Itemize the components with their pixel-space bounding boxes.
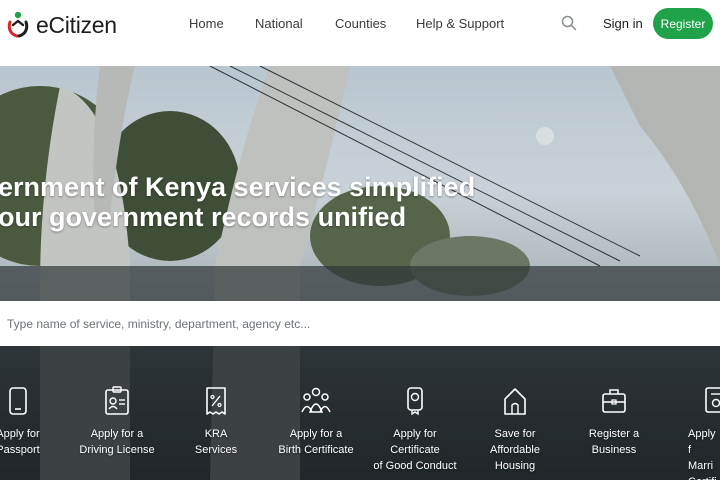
service-label: Apply for a Birth Certificate bbox=[278, 428, 354, 456]
id-card-icon bbox=[105, 386, 129, 415]
search-icon[interactable] bbox=[561, 15, 577, 31]
service-birth-certificate[interactable]: Apply for a Birth Certificate bbox=[266, 386, 366, 458]
service-marriage-certificate[interactable]: Apply f Marri Certifi bbox=[663, 386, 720, 480]
service-passport[interactable]: Apply for Passport bbox=[0, 386, 68, 458]
service-label: Save for Affordable Housing bbox=[490, 428, 540, 472]
service-label: Apply for Passport bbox=[0, 428, 40, 456]
sign-in-link[interactable]: Sign in bbox=[603, 16, 643, 31]
service-search-bar bbox=[0, 301, 720, 346]
nav-help-support[interactable]: Help & Support bbox=[416, 16, 504, 31]
service-label: Register a Business bbox=[588, 428, 640, 456]
family-icon bbox=[301, 387, 331, 413]
phone-icon bbox=[9, 387, 27, 415]
ecitizen-logo[interactable]: eCitizen bbox=[6, 10, 117, 40]
service-good-conduct[interactable]: Apply for Certificate of Good Conduct bbox=[365, 386, 465, 474]
service-kra[interactable]: KRA Services bbox=[166, 386, 266, 458]
certificate-icon bbox=[705, 387, 720, 413]
service-label: Apply for Certificate of Good Conduct bbox=[373, 428, 457, 472]
badge-icon bbox=[407, 387, 423, 416]
service-driving-license[interactable]: Apply for a Driving License bbox=[67, 386, 167, 458]
brand-name: eCitizen bbox=[36, 11, 117, 38]
nav-national[interactable]: National bbox=[255, 16, 303, 31]
service-search-input[interactable] bbox=[7, 303, 707, 344]
service-register-business[interactable]: Register a Business bbox=[564, 386, 664, 458]
house-icon bbox=[504, 388, 526, 415]
nav-home[interactable]: Home bbox=[189, 16, 224, 31]
hero-section: ernment of Kenya services simplified our… bbox=[0, 66, 720, 480]
ecitizen-logo-icon bbox=[7, 11, 29, 38]
hero-headline-line-2: our government records unified bbox=[0, 202, 407, 232]
briefcase-icon bbox=[602, 389, 626, 413]
register-button[interactable]: Register bbox=[653, 8, 713, 39]
site-header: eCitizen Home National Counties Help & S… bbox=[0, 0, 720, 66]
featured-services: Apply for Passport Apply for a Driving L… bbox=[0, 386, 720, 480]
service-label: Apply for a Driving License bbox=[79, 428, 155, 456]
receipt-icon bbox=[206, 387, 226, 415]
nav-counties[interactable]: Counties bbox=[335, 16, 386, 31]
hero-headline-line-1: ernment of Kenya services simplified bbox=[0, 172, 476, 202]
service-affordable-housing[interactable]: Save for Affordable Housing bbox=[465, 386, 565, 474]
service-label: Apply f Marri Certifi bbox=[688, 428, 717, 480]
service-label: KRA Services bbox=[194, 428, 238, 456]
